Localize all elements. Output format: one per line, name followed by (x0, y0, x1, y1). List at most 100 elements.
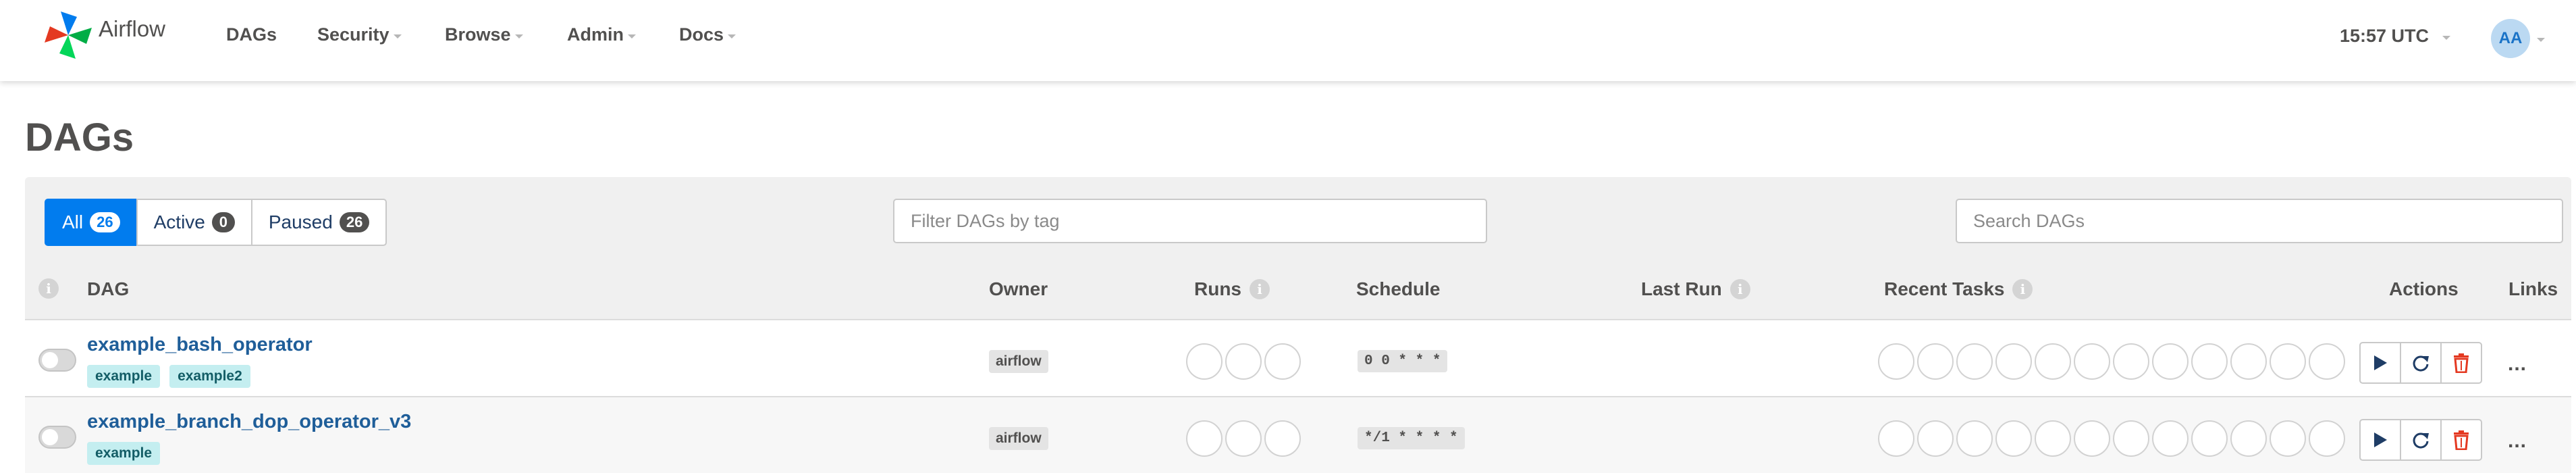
pause-toggle[interactable] (38, 426, 76, 449)
run-status-circle[interactable] (1225, 420, 1262, 457)
trash-icon (2454, 430, 2469, 450)
task-status-circle[interactable] (2191, 343, 2228, 380)
dag-link[interactable]: example_branch_dop_operator_v3 (87, 411, 411, 433)
task-status-circles (1878, 420, 2348, 457)
timezone-menu[interactable]: 15:57 UTC (2340, 26, 2451, 47)
task-status-circle[interactable] (2230, 343, 2267, 380)
trigger-dag-button[interactable] (2359, 419, 2401, 461)
filter-active-count: 0 (211, 212, 235, 232)
user-menu[interactable]: AA (2491, 19, 2545, 58)
header-last-run-label[interactable]: Last Run (1641, 278, 1722, 300)
filter-all-count: 26 (90, 212, 120, 232)
owner-badge: airflow (989, 350, 1048, 373)
nav-browse-label: Browse (445, 24, 511, 45)
info-icon[interactable]: i (1729, 279, 1750, 299)
header-owner[interactable]: Owner (989, 278, 1048, 300)
airflow-logo-icon (45, 11, 92, 59)
nav-admin[interactable]: Admin (567, 24, 636, 45)
status-filter-group: All 26 Active 0 Paused 26 (45, 199, 387, 246)
task-status-circle[interactable] (1917, 420, 1954, 457)
schedule-badge: */1 * * * * (1358, 427, 1465, 449)
run-status-circle[interactable] (1264, 343, 1301, 380)
nav-docs-label: Docs (679, 24, 724, 45)
trash-icon (2454, 353, 2469, 373)
nav-security-label: Security (317, 24, 390, 45)
links-menu-button[interactable]: ... (2508, 430, 2527, 453)
task-status-circle[interactable] (1995, 343, 2032, 380)
header-schedule[interactable]: Schedule (1356, 278, 1440, 300)
trigger-dag-button[interactable] (2359, 342, 2401, 384)
delete-dag-button[interactable] (2440, 419, 2482, 461)
filter-paused-button[interactable]: Paused 26 (250, 199, 387, 246)
task-status-circle[interactable] (1878, 420, 1914, 457)
task-status-circle[interactable] (2152, 420, 2189, 457)
schedule-badge: 0 0 * * * (1358, 350, 1448, 372)
task-status-circle[interactable] (2113, 343, 2149, 380)
task-status-circle[interactable] (2152, 343, 2189, 380)
header-links: Links (2508, 278, 2558, 299)
nav-browse[interactable]: Browse (445, 24, 523, 45)
run-status-circle[interactable] (1186, 420, 1223, 457)
pause-toggle[interactable] (38, 349, 76, 372)
header-info: i (38, 278, 59, 299)
dag-tag[interactable]: example (87, 442, 161, 465)
task-status-circle[interactable] (2035, 420, 2071, 457)
page-title: DAGs (25, 116, 134, 159)
task-status-circle[interactable] (2230, 420, 2267, 457)
brand-name: Airflow (99, 16, 166, 41)
dag-tags: example (87, 442, 161, 465)
header-last-run: Last Run i (1641, 278, 1750, 300)
header-actions: Actions (2389, 278, 2459, 299)
dag-actions (2359, 419, 2482, 461)
task-status-circle[interactable] (1917, 343, 1954, 380)
caret-down-icon (728, 34, 736, 39)
task-status-circle[interactable] (2113, 420, 2149, 457)
dags-panel: All 26 Active 0 Paused 26 i DAG Owner Ru… (25, 177, 2571, 473)
dag-tags: example example2 (87, 365, 250, 388)
task-status-circle[interactable] (2191, 420, 2228, 457)
search-dags-input[interactable] (1956, 199, 2563, 243)
dag-link[interactable]: example_bash_operator (87, 334, 313, 356)
table-row: example_branch_dop_operator_v3 example a… (25, 396, 2571, 473)
filter-all-button[interactable]: All 26 (45, 199, 138, 246)
task-status-circle[interactable] (1956, 420, 1993, 457)
dag-tag[interactable]: example2 (169, 365, 250, 388)
refresh-icon (2413, 355, 2429, 372)
run-status-circle[interactable] (1264, 420, 1301, 457)
tag-filter-input[interactable] (893, 199, 1487, 243)
header-recent-tasks: Recent Tasks i (1884, 278, 2033, 300)
links-menu-button[interactable]: ... (2508, 353, 2527, 376)
navbar: Airflow DAGs Security Browse Admin Docs … (0, 0, 2576, 81)
caret-down-icon (393, 34, 402, 39)
caret-down-icon (514, 34, 523, 39)
task-status-circle[interactable] (2074, 343, 2110, 380)
task-status-circle[interactable] (2074, 420, 2110, 457)
refresh-dag-button[interactable] (2400, 419, 2442, 461)
info-icon[interactable]: i (2012, 279, 2033, 299)
task-status-circle[interactable] (2309, 343, 2345, 380)
task-status-circle[interactable] (2270, 420, 2306, 457)
info-icon[interactable]: i (1250, 279, 1270, 299)
run-status-circle[interactable] (1186, 343, 1223, 380)
filter-all-label: All (62, 211, 84, 232)
refresh-dag-button[interactable] (2400, 342, 2442, 384)
task-status-circle[interactable] (1956, 343, 1993, 380)
dag-tag[interactable]: example (87, 365, 161, 388)
nav-dags[interactable]: DAGs (226, 24, 277, 45)
dag-actions (2359, 342, 2482, 384)
task-status-circle[interactable] (1878, 343, 1914, 380)
run-status-circle[interactable] (1225, 343, 1262, 380)
header-dag[interactable]: DAG (87, 278, 129, 300)
filter-active-button[interactable]: Active 0 (136, 199, 252, 246)
task-status-circle[interactable] (2270, 343, 2306, 380)
header-runs: Runs i (1194, 278, 1270, 300)
nav-security[interactable]: Security (317, 24, 402, 45)
task-status-circle[interactable] (2035, 343, 2071, 380)
brand[interactable]: Airflow (42, 8, 165, 62)
filter-active-label: Active (153, 211, 205, 232)
task-status-circle[interactable] (1995, 420, 2032, 457)
info-icon[interactable]: i (38, 278, 59, 299)
delete-dag-button[interactable] (2440, 342, 2482, 384)
nav-docs[interactable]: Docs (679, 24, 736, 45)
task-status-circle[interactable] (2309, 420, 2345, 457)
